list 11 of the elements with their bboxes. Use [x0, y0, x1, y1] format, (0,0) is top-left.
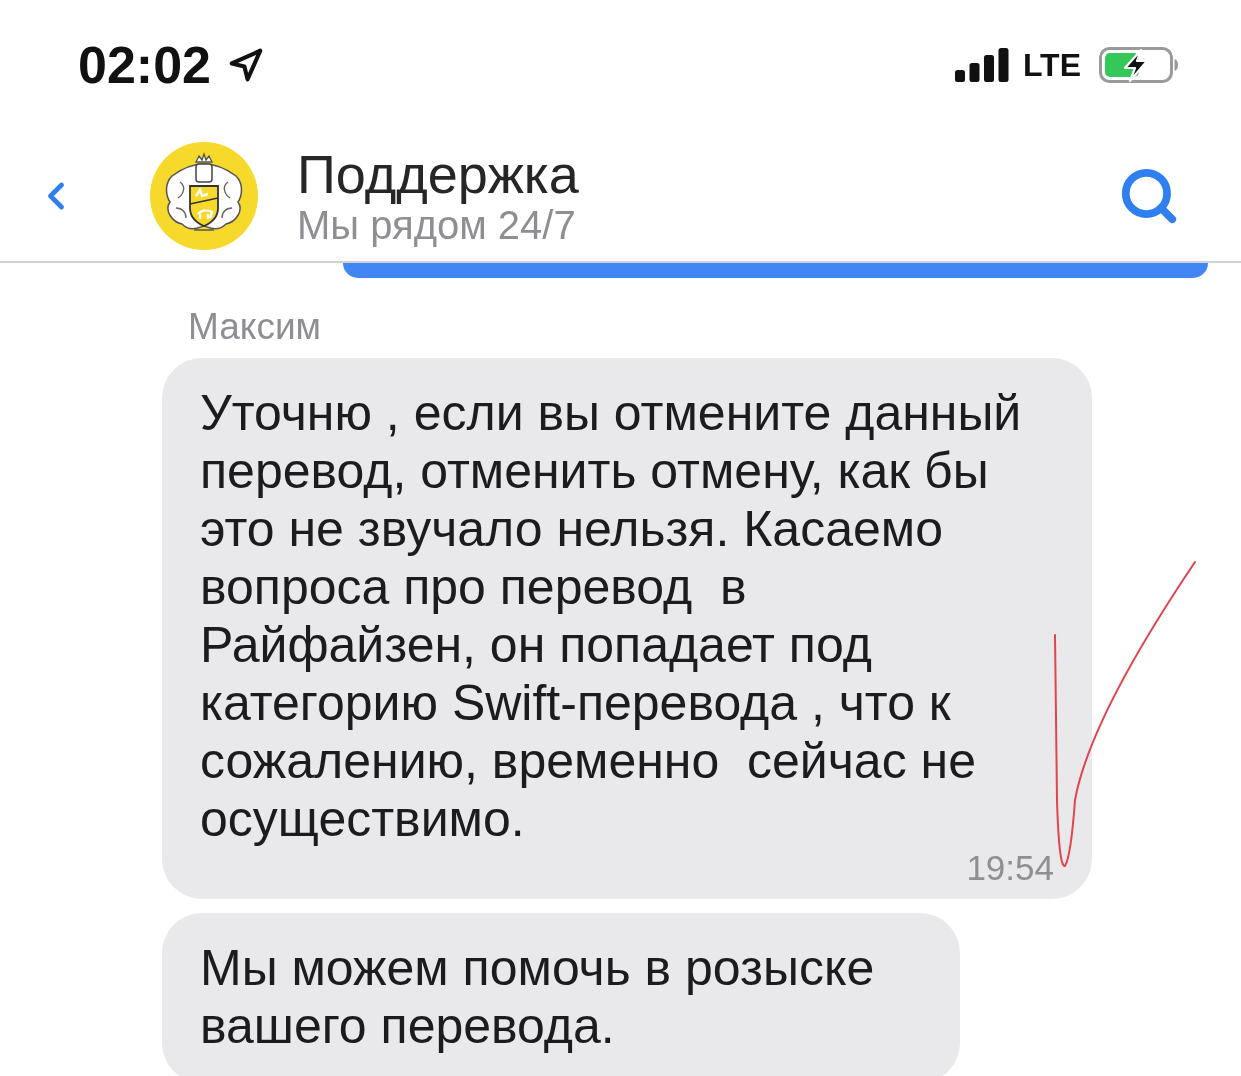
- network-type: LTE: [1022, 49, 1081, 81]
- message-time: 19:54: [966, 850, 1054, 885]
- message-text: Уточню , если вы отмените данный перевод, отменить отмену, как бы это не звучало нельзя. Касаемо вопроса про перевод в Райфайзен, он попадает под категорию Swift-перевода , что к сожалению, временно сейчас не осуществимо.: [200, 384, 1022, 848]
- chat-title: Поддержка: [297, 144, 579, 203]
- sender-name: Максим: [188, 307, 322, 347]
- signal-bars-icon: [954, 48, 1009, 82]
- status-time: 02:02: [78, 39, 211, 91]
- location-arrow-icon: [227, 46, 265, 84]
- battery-charging-icon: [1099, 47, 1179, 83]
- message-text: Мы можем помочь в розыске вашего перевода.: [200, 939, 875, 1055]
- coat-of-arms-avatar-icon: [150, 141, 258, 250]
